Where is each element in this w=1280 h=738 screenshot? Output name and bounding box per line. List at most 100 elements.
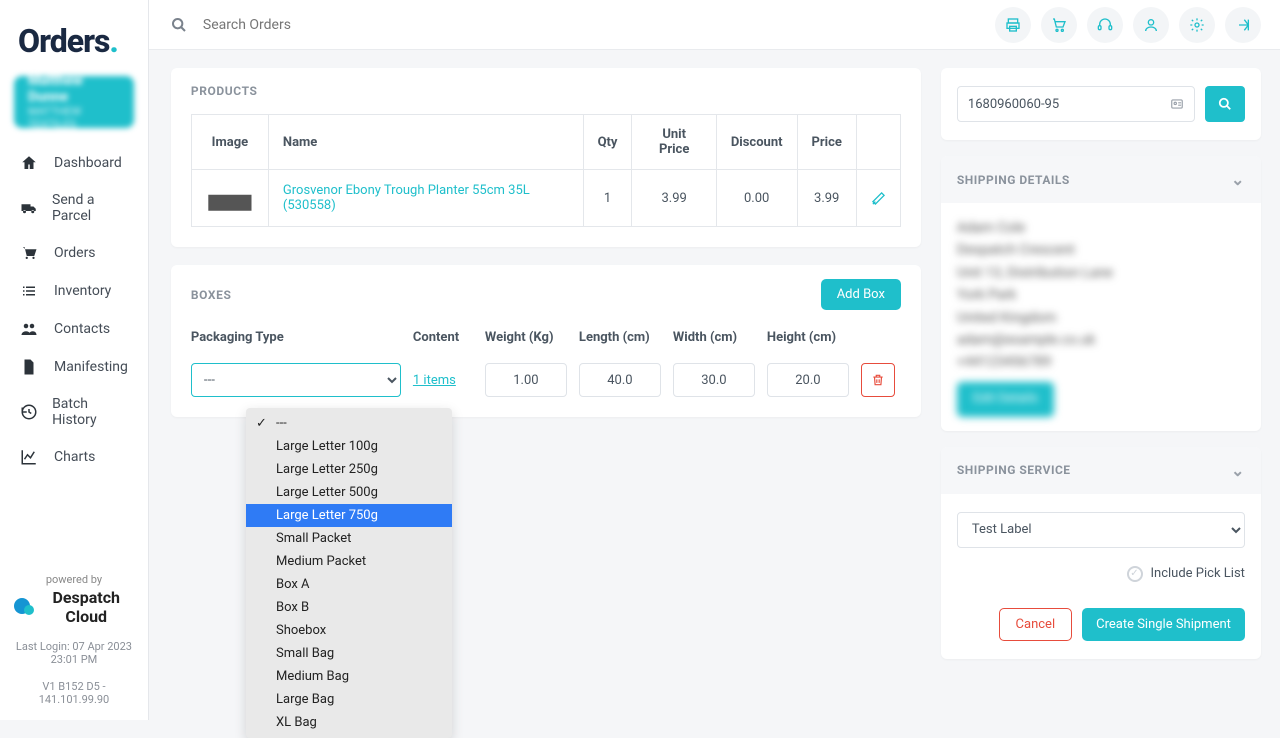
app-logo: Orders.	[18, 22, 128, 60]
products-card: PRODUCTS Image Name Qty Unit Price Disco…	[171, 68, 921, 247]
sidebar-item-label: Charts	[54, 449, 95, 465]
include-picklist-label: Include Pick List	[1151, 566, 1245, 581]
weight-input[interactable]	[485, 363, 567, 397]
dropdown-option[interactable]: Medium Packet	[246, 550, 452, 573]
sidebar-item-send-a-parcel[interactable]: Send a Parcel	[14, 182, 134, 234]
packaging-select[interactable]: ---Large Letter 100gLarge Letter 250gLar…	[191, 363, 401, 397]
gear-icon[interactable]	[1179, 7, 1215, 43]
dropdown-option[interactable]: Medium Bag	[246, 665, 452, 688]
edit-icon[interactable]	[871, 191, 886, 206]
shipping-address-line: Unit 13, Distribution Lane	[957, 262, 1245, 284]
products-table: Image Name Qty Unit Price Discount Price	[191, 114, 901, 227]
powered-by-label: powered by	[14, 573, 134, 586]
product-link[interactable]: Grosvenor Ebony Trough Planter 55cm 35L …	[283, 183, 530, 213]
user-badge[interactable]: Matthew Dunne MATTHEW TEXTILES	[14, 76, 134, 128]
shipping-details-title: SHIPPING DETAILS	[957, 173, 1070, 187]
global-search-input[interactable]	[203, 17, 995, 33]
box-content-link[interactable]: 1 items	[413, 373, 473, 388]
cart-icon	[20, 244, 40, 262]
order-id-input[interactable]	[968, 97, 1170, 112]
truck-icon	[20, 199, 38, 217]
sidebar-item-inventory[interactable]: Inventory	[14, 272, 134, 310]
dropdown-option[interactable]: Large Bag	[246, 688, 452, 711]
length-input[interactable]	[579, 363, 661, 397]
dropdown-option[interactable]: Large Letter 500g	[246, 481, 452, 504]
sidebar-item-contacts[interactable]: Contacts	[14, 310, 134, 348]
sidebar-item-manifesting[interactable]: Manifesting	[14, 348, 134, 386]
support-icon[interactable]	[1087, 7, 1123, 43]
cell-qty: 1	[583, 170, 632, 227]
dropdown-option[interactable]: Small Packet	[246, 527, 452, 550]
boxes-title: BOXES	[191, 288, 232, 302]
cart-icon[interactable]	[1041, 7, 1077, 43]
dropdown-option[interactable]: Large Letter 100g	[246, 435, 452, 458]
dropdown-option[interactable]: XL Bag	[246, 711, 452, 734]
dropdown-option[interactable]: Box B	[246, 596, 452, 619]
order-search-card	[941, 68, 1261, 140]
sidebar-item-batch-history[interactable]: Batch History	[14, 386, 134, 438]
people-icon	[20, 320, 40, 338]
col-height: Height (cm)	[767, 324, 849, 351]
list-icon	[20, 282, 40, 300]
sidebar-item-charts[interactable]: Charts	[14, 438, 134, 476]
dropdown-option[interactable]: ---	[246, 412, 452, 435]
version-info: V1 B152 D5 - 141.101.99.90	[14, 680, 134, 706]
include-picklist-checkbox[interactable]: ✓	[1127, 566, 1143, 582]
id-card-icon	[1170, 97, 1184, 111]
packaging-dropdown[interactable]: ---Large Letter 100gLarge Letter 250gLar…	[246, 408, 452, 738]
sidebar-item-orders[interactable]: Orders	[14, 234, 134, 272]
shipping-service-title: SHIPPING SERVICE	[957, 463, 1071, 477]
chart-icon	[20, 448, 40, 466]
dropdown-option[interactable]: Large Letter 250g	[246, 458, 452, 481]
logout-icon[interactable]	[1225, 7, 1261, 43]
nav: Dashboard Send a Parcel OrdersInventory Con…	[14, 144, 134, 476]
col-packaging: Packaging Type	[191, 324, 401, 351]
height-input[interactable]	[767, 363, 849, 397]
edit-shipping-button[interactable]: Edit Details	[957, 382, 1054, 417]
delete-box-button[interactable]	[861, 363, 895, 397]
width-input[interactable]	[673, 363, 755, 397]
col-price: Price	[797, 115, 856, 170]
cancel-button[interactable]: Cancel	[999, 608, 1073, 641]
printer-icon[interactable]	[995, 7, 1031, 43]
col-unit-price: Unit Price	[632, 115, 716, 170]
dropdown-option[interactable]: Large Letter 750g	[246, 504, 452, 527]
chevron-down-icon[interactable]: ⌄	[1231, 170, 1245, 189]
sidebar-item-label: Dashboard	[54, 155, 122, 171]
col-weight: Weight (Kg)	[485, 324, 567, 351]
sidebar-item-label: Send a Parcel	[52, 192, 128, 224]
shipping-address-line: York Park	[957, 284, 1245, 306]
shipping-details-panel: SHIPPING DETAILS ⌄ Adam ColeDespatch Cre…	[941, 156, 1261, 431]
product-image	[206, 182, 254, 214]
order-search-button[interactable]	[1205, 86, 1245, 122]
despatch-cloud-logo: Despatch Cloud	[14, 588, 134, 626]
sidebar: Orders. Matthew Dunne MATTHEW TEXTILES D…	[0, 0, 148, 720]
col-length: Length (cm)	[579, 324, 661, 351]
topbar	[149, 0, 1280, 50]
shipping-address-line: United Kingdom	[957, 307, 1245, 329]
shipping-address-line: Despatch Crescent	[957, 239, 1245, 261]
boxes-card: BOXES Add Box Packaging Type Content Wei…	[171, 265, 921, 417]
sidebar-item-label: Contacts	[54, 321, 110, 337]
cell-unit: 3.99	[632, 170, 716, 227]
service-select[interactable]: Test Label	[957, 512, 1245, 548]
sidebar-item-dashboard[interactable]: Dashboard	[14, 144, 134, 182]
shipping-address-line: adam@example.co.uk	[957, 329, 1245, 351]
col-content: Content	[413, 324, 473, 351]
dropdown-option[interactable]: Small Bag	[246, 642, 452, 665]
dropdown-option[interactable]: Shoebox	[246, 619, 452, 642]
search-icon	[171, 17, 187, 33]
shipping-address-line: +44123456789	[957, 351, 1245, 373]
history-icon	[20, 403, 38, 421]
chevron-down-icon[interactable]: ⌄	[1231, 461, 1245, 480]
create-shipment-button[interactable]: Create Single Shipment	[1082, 608, 1245, 641]
shipping-service-panel: SHIPPING SERVICE ⌄ Test Label ✓ Include …	[941, 447, 1261, 659]
add-box-button[interactable]: Add Box	[821, 279, 901, 310]
dropdown-option[interactable]: Box A	[246, 573, 452, 596]
col-image: Image	[191, 115, 268, 170]
user-icon[interactable]	[1133, 7, 1169, 43]
cell-discount: 0.00	[716, 170, 797, 227]
col-discount: Discount	[716, 115, 797, 170]
products-title: PRODUCTS	[171, 68, 921, 114]
home-icon	[20, 154, 40, 172]
